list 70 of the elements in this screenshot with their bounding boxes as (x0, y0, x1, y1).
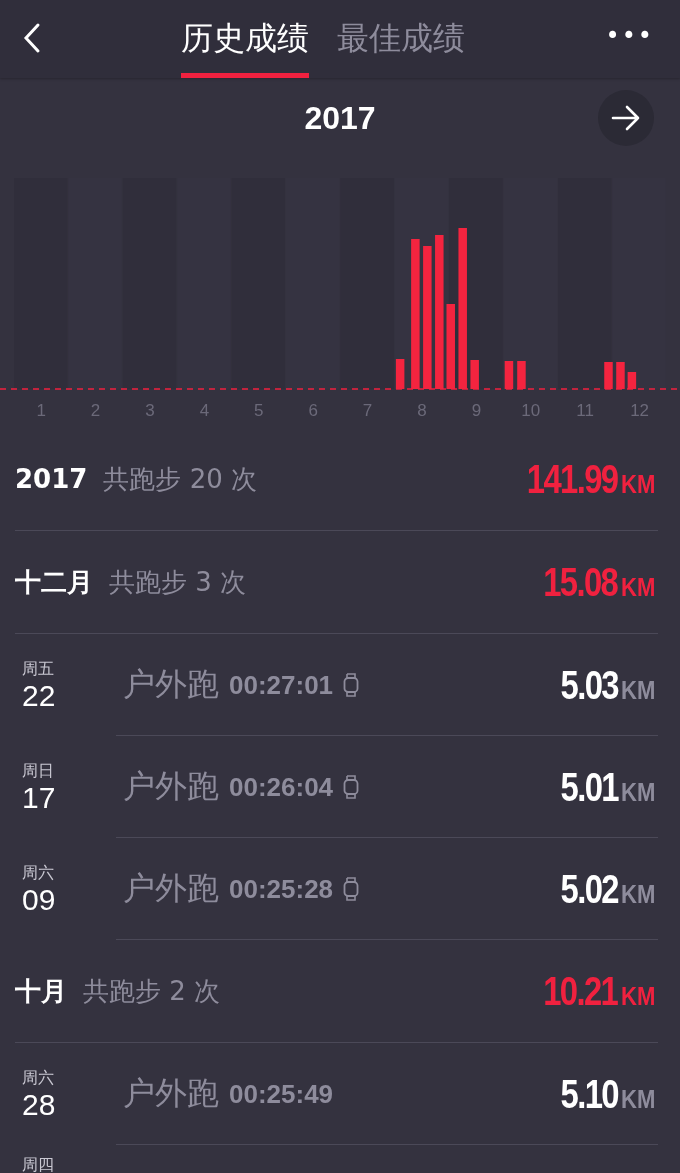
bar (616, 362, 625, 389)
run-type: 户外跑 (123, 868, 219, 909)
month-label: 6 (307, 401, 319, 421)
bar (604, 362, 613, 389)
month-distance: 15.08 (543, 559, 618, 605)
month-label: 2 (89, 401, 102, 421)
run-row[interactable]: 周六 09 户外跑 00:25:28 5.02KM (0, 838, 680, 940)
watch-icon (343, 673, 360, 697)
arrow-right-icon (610, 105, 642, 131)
day-number: 22 (22, 679, 56, 712)
month-label: 7 (361, 401, 374, 421)
run-duration: 00:27:01 (229, 669, 334, 701)
month-label: 9 (470, 401, 483, 421)
distance-unit: KM (620, 776, 655, 808)
day-number: 17 (22, 781, 56, 814)
weekday-label: 周四 (22, 1155, 54, 1173)
run-row[interactable]: 周六 28 户外跑 00:25:49 5.10KM (0, 1043, 680, 1145)
tab[interactable]: 最佳成绩 (337, 0, 465, 78)
run-type: 户外跑 (123, 664, 219, 705)
weekday-label: 周六 (22, 862, 54, 884)
bar (470, 360, 479, 389)
day-number: 09 (22, 883, 56, 916)
month-distance: 10.21 (543, 968, 618, 1014)
month-label: 5 (253, 401, 265, 421)
distance-unit: KM (620, 1083, 655, 1115)
watch-icon (343, 775, 360, 799)
month-label: 8 (416, 401, 428, 421)
run-row[interactable]: 周日 17 户外跑 00:26:04 5.01KM (0, 736, 680, 838)
distance-unit: KM (620, 878, 655, 910)
tab[interactable]: 历史成绩 (181, 0, 309, 78)
watch-icon (343, 877, 360, 901)
run-row[interactable]: 周四 (0, 1145, 680, 1173)
distance-unit: KM (620, 571, 655, 603)
distance-unit: KM (620, 674, 655, 706)
run-count: 共跑步 2 次 (83, 974, 221, 1008)
month-label: 11 (575, 401, 595, 421)
run-duration: 00:25:49 (229, 1078, 334, 1110)
run-distance: 5.03 (560, 662, 618, 708)
run-row[interactable]: 周五 22 户外跑 00:27:01 5.03KM (0, 634, 680, 736)
run-type: 户外跑 (123, 1073, 219, 1114)
year-title: 2017 (304, 99, 376, 137)
month-label: 10 (520, 401, 542, 421)
month-name: 十二月 (15, 565, 93, 599)
bar (517, 361, 526, 389)
distance-unit: KM (620, 468, 655, 500)
run-count: 共跑步 3 次 (109, 565, 247, 599)
weekday-label: 周日 (22, 760, 54, 782)
run-duration: 00:25:28 (229, 873, 334, 905)
run-count: 共跑步 20 次 (103, 462, 257, 496)
day-number: 28 (22, 1088, 56, 1121)
distance-unit: KM (620, 980, 655, 1012)
more-button[interactable]: ••• (605, 22, 654, 50)
month-label: 3 (144, 401, 156, 421)
back-icon (22, 22, 42, 54)
run-distance: 5.01 (560, 764, 618, 810)
month-label: 1 (35, 401, 47, 421)
bar (504, 361, 514, 389)
run-duration: 00:26:04 (229, 771, 334, 803)
run-distance: 5.10 (560, 1071, 618, 1117)
total-distance: 141.99 (527, 456, 618, 502)
weekday-label: 周五 (22, 658, 54, 680)
month-label: 12 (629, 401, 651, 421)
weekday-label: 周六 (22, 1067, 54, 1089)
month-name: 十月 (15, 974, 67, 1008)
run-type: 户外跑 (123, 766, 219, 807)
bar (395, 359, 405, 389)
year-label: 2017 (15, 463, 88, 494)
month-label: 4 (198, 401, 211, 421)
bar (627, 372, 637, 389)
run-distance: 5.02 (560, 866, 618, 912)
